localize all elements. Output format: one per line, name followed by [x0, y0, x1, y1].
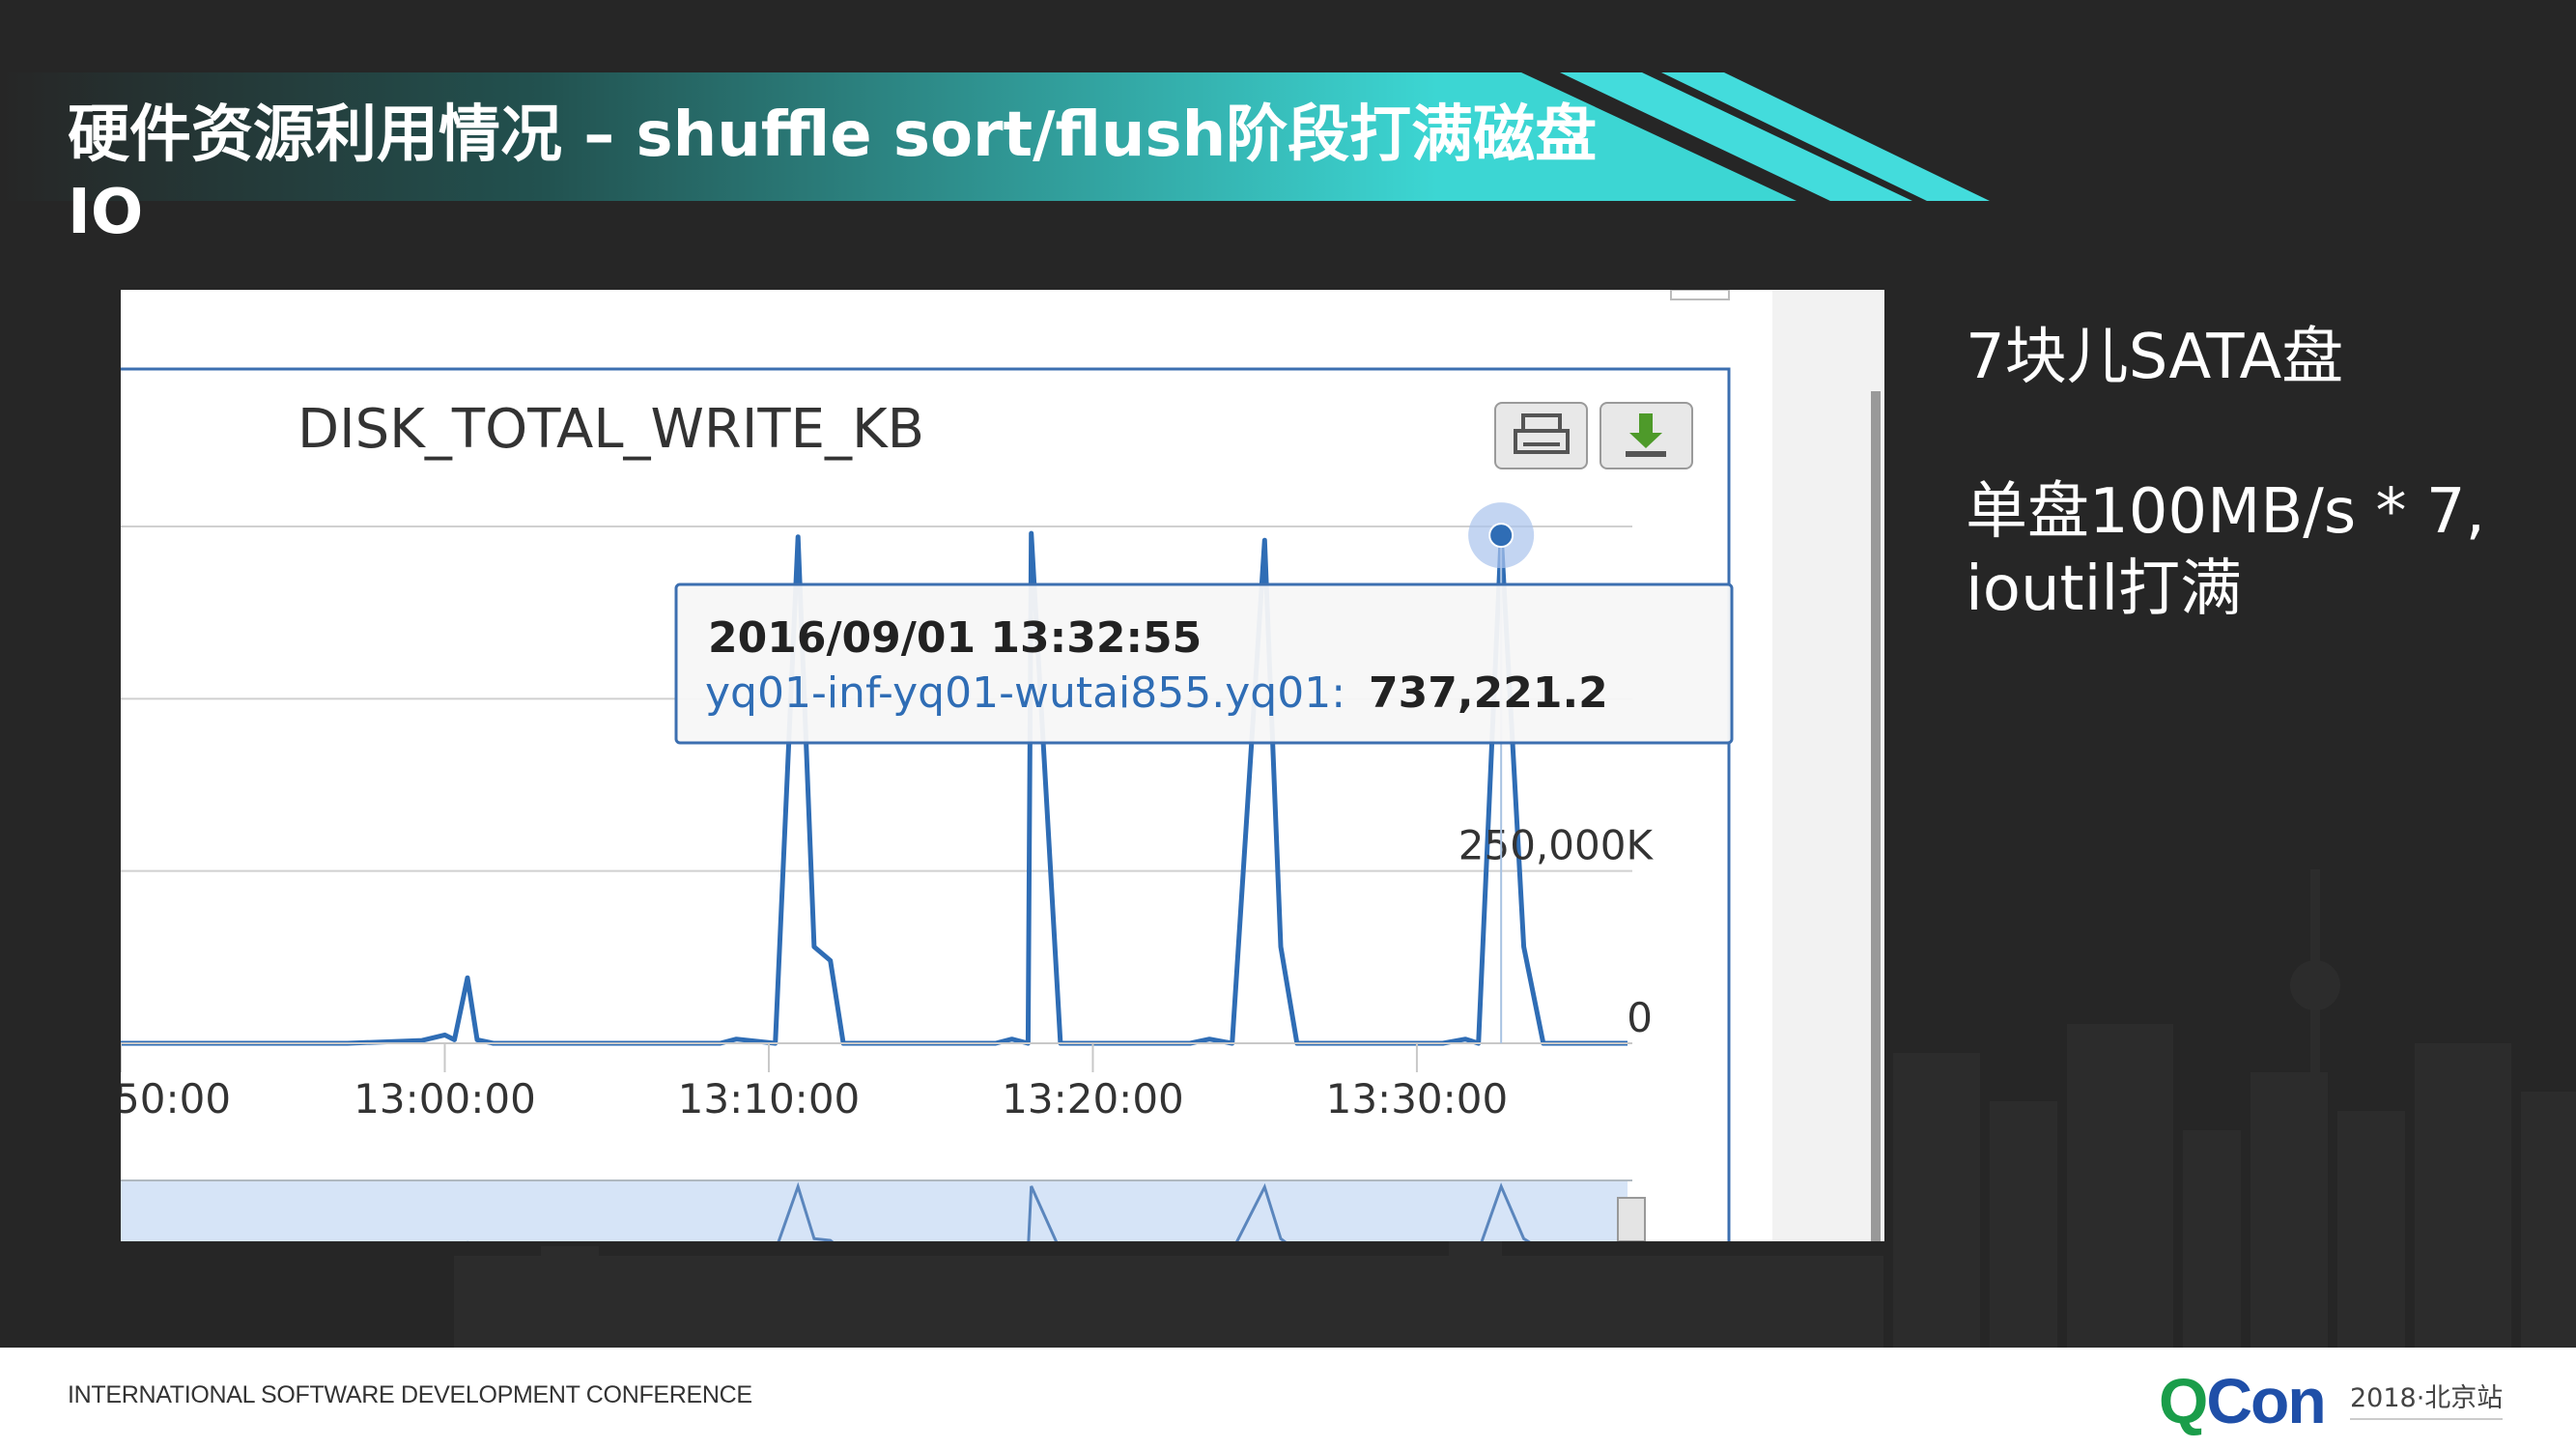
navigator[interactable] [121, 1179, 1646, 1241]
slide-notes: 7块儿SATA盘 单盘100MB/s * 7, ioutil打满 [1966, 319, 2545, 628]
notes-line-3: ioutil打满 [1966, 554, 2243, 625]
chart-screenshot: DISK_TOTAL_WRITE_KB 50:00 13:00:00 13:10… [121, 290, 1884, 1241]
tooltip-timestamp: 2016/09/01 13:32:55 [708, 613, 1202, 663]
footer: INTERNATIONAL SOFTWARE DEVELOPMENT CONFE… [0, 1348, 2576, 1449]
tooltip-series-name: yq01-inf-yq01-wutai855.yq01: [705, 668, 1345, 718]
y-tick-label: 0 [1627, 994, 1653, 1041]
qcon-wordmark: QCon [2159, 1365, 2327, 1437]
notes-line-2: 单盘100MB/s * 7, [1966, 476, 2485, 548]
tooltip: 2016/09/01 13:32:55 yq01-inf-yq01-wutai8… [674, 582, 1734, 745]
qcon-q: Q [2159, 1365, 2208, 1436]
chart-panel: DISK_TOTAL_WRITE_KB 50:00 13:00:00 13:10… [121, 290, 1884, 1241]
slide-title: 硬件资源利用情况 – shuffle sort/flush阶段打满磁盘IO [68, 99, 1598, 248]
print-button[interactable] [1494, 402, 1588, 469]
conference-name: INTERNATIONAL SOFTWARE DEVELOPMENT CONFE… [68, 1381, 752, 1408]
x-tick-label: 13:20:00 [1002, 1075, 1184, 1122]
x-tick-label: 13:30:00 [1326, 1075, 1509, 1122]
qcon-edition: 2018·北京站 [2350, 1377, 2504, 1420]
download-button[interactable] [1599, 402, 1693, 469]
qcon-logo: QCon 2018·北京站 [2159, 1365, 2506, 1437]
chart-title: DISK_TOTAL_WRITE_KB [297, 398, 924, 461]
slide: 硬件资源利用情况 – shuffle sort/flush阶段打满磁盘IO DI… [0, 0, 2576, 1348]
notes-line-1: 7块儿SATA盘 [1966, 322, 2344, 393]
navigator-handle[interactable] [1617, 1197, 1646, 1241]
x-tick-label: 13:10:00 [678, 1075, 861, 1122]
tooltip-value: 737,221.2 [1369, 668, 1608, 718]
x-tick-label: 13:00:00 [354, 1075, 536, 1122]
y-tick-label: 250,000K [1458, 822, 1655, 869]
tooltip-series-row: yq01-inf-yq01-wutai855.yq01: 737,221.2 [705, 668, 1608, 718]
scrollbar[interactable] [1871, 391, 1881, 1241]
x-tick-label: 50:00 [121, 1075, 231, 1122]
qcon-con: Con [2206, 1365, 2326, 1436]
